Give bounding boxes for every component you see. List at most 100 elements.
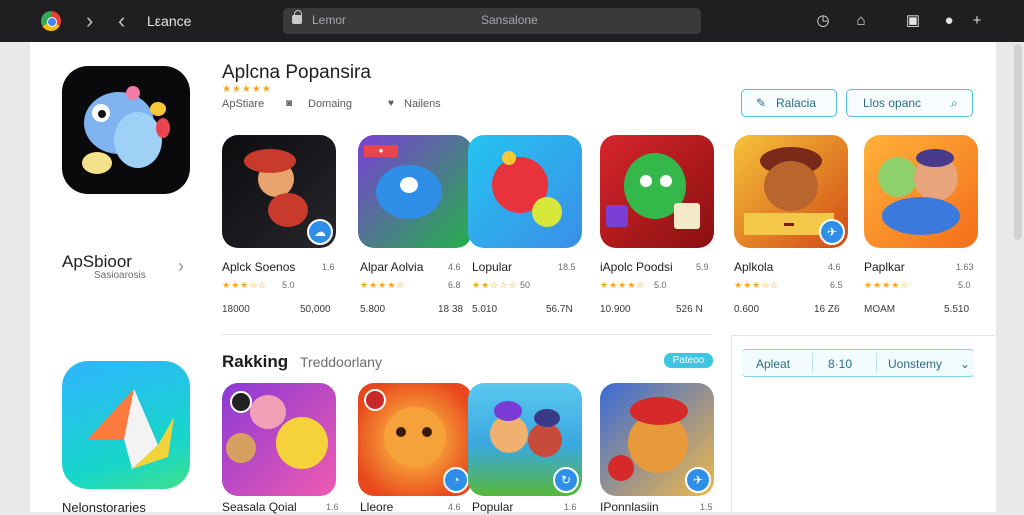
app-tile[interactable] [864,135,978,248]
app-name[interactable]: iApolc Poodsi [600,260,673,274]
gift-icon [674,203,700,229]
action-button-label: Ralacia [776,96,817,110]
navigation-app-icon[interactable] [62,361,190,489]
app-tile[interactable]: ✈ [600,383,714,496]
app-name[interactable]: Lopular [472,260,512,274]
lock-icon [292,10,302,24]
tag-icon: ● [364,145,398,157]
action-button[interactable]: ✎ Ralacia [741,89,837,117]
segmented-control[interactable]: Apleat 8·10 Uonstemy ⌄ [742,349,974,377]
arrow-logo-icon [88,389,174,469]
rating-stars: ★★★★★ [222,84,272,95]
app-rating: 5.0 [282,280,295,290]
app-reviews: 526 N [676,304,703,315]
app-reviews: 18 38 [438,304,464,315]
segment-divider [812,353,813,373]
app-downloads: 0.600 [734,304,760,315]
app-stars: ★★★★☆ [864,280,910,290]
app-size: 1.6 [322,262,335,272]
browser-toolbar: › ‹ Lεance Lemor Sansalone ◷ ⌂ ▣ ● + [0,0,1024,42]
app-size: 5.9 [696,262,709,272]
browser-logo-icon [41,11,61,31]
app-stars: ★★★★☆ [360,280,406,290]
camera-icon[interactable]: ⌂ [850,10,872,32]
bell-icon[interactable]: ● [938,10,960,32]
navigation-app-name[interactable]: Nelonstoraries [62,500,146,515]
app-downloads: 18000 [222,304,250,315]
app-size: 1.5 [700,502,713,512]
record-icon [364,389,386,411]
app-tile[interactable] [222,383,336,496]
camera-icon [230,391,252,413]
app-name[interactable]: Paplkar [864,260,905,274]
app-tile[interactable]: ◔ [358,383,472,496]
chevron-right-icon[interactable]: › [178,256,184,277]
chat-icon: ◔ [443,467,469,493]
meta-downloading: Domaing [308,98,353,110]
app-tile[interactable]: ● [358,135,472,248]
app-downloads: 5.010 [472,304,498,315]
app-reviews: 50,000 [300,304,331,315]
featured-app-name[interactable]: ApSbioor [62,252,132,272]
app-size: 1.6 [564,502,577,512]
segment-mid[interactable]: 8·10 [828,357,852,371]
app-name[interactable]: Alpar Aolvia [360,260,423,274]
app-rating: 6.5 [830,280,843,290]
forward-icon[interactable]: › [86,8,93,34]
app-reviews: 5.510 [944,304,970,315]
ranking-subtitle: Treddoorlany [300,354,382,370]
edit-icon: ✎ [756,96,767,110]
search-input-text: Llos opanc [863,96,922,110]
app-tile[interactable]: ↻ [468,383,582,496]
segment-right[interactable]: Uonstemy [888,357,942,371]
add-icon[interactable]: + [966,10,988,32]
app-name[interactable]: Aplck Soenos [222,260,295,274]
meta-store: ApStiare [222,98,265,110]
address-site: Sansalone [481,13,538,27]
featured-app-icon[interactable] [62,66,190,194]
window-title: Lεance [147,13,192,29]
app-stars: ★★★☆☆ [222,280,268,290]
timer-icon[interactable]: ◷ [812,10,834,32]
ranking-badge[interactable]: Pateoo [664,353,713,368]
search-input[interactable]: Llos opanc ⌕ [846,89,973,117]
box-icon [606,205,628,227]
chevron-down-icon[interactable]: ⌄ [960,357,970,371]
app-reviews: 56.7N [546,304,573,315]
app-reviews: 16 Z6 [814,304,840,315]
plane-icon: ✈ [685,467,711,493]
cloud-icon: ☁ [307,219,333,245]
page-title: Aplcna Popansira [222,62,371,83]
app-tile[interactable]: ☁ [222,135,336,248]
segment-divider [876,353,877,373]
app-size: 4.6 [448,502,461,512]
address-text: Lemor [312,13,347,27]
app-size: 4.6 [828,262,841,272]
app-tile[interactable] [468,135,582,248]
search-icon: ⌕ [951,96,958,110]
window-icon[interactable]: ▣ [902,10,924,32]
refresh-icon: ↻ [553,467,579,493]
app-size: 1.6 [326,502,339,512]
app-size: 18.5 [558,262,576,272]
app-size: 4.6 [448,262,461,272]
camera-icon: ◙ [286,98,293,109]
address-bar[interactable]: Lemor Sansalone [283,8,701,34]
app-tile[interactable]: ▬ ✈ [734,135,848,248]
app-name[interactable]: Aplkola [734,260,773,274]
segment-left[interactable]: Apleat [756,357,790,371]
app-rating: 5.0 [654,280,667,290]
app-tile[interactable] [600,135,714,248]
app-downloads: 10.900 [600,304,631,315]
plane-icon: ✈ [819,219,845,245]
featured-app-subtitle: Sasioarosis [94,270,146,281]
app-downloads: 5.800 [360,304,386,315]
app-stars: ★★★☆☆ [734,280,780,290]
app-rating: 50 [520,280,531,290]
back-icon[interactable]: ‹ [118,8,125,34]
app-downloads: MOAM [864,304,896,315]
app-stars: ★★☆☆☆ [472,280,518,290]
meta-nailens: Nailens [404,98,441,110]
app-rating: 5.0 [958,280,971,290]
scrollbar[interactable] [1014,44,1022,240]
